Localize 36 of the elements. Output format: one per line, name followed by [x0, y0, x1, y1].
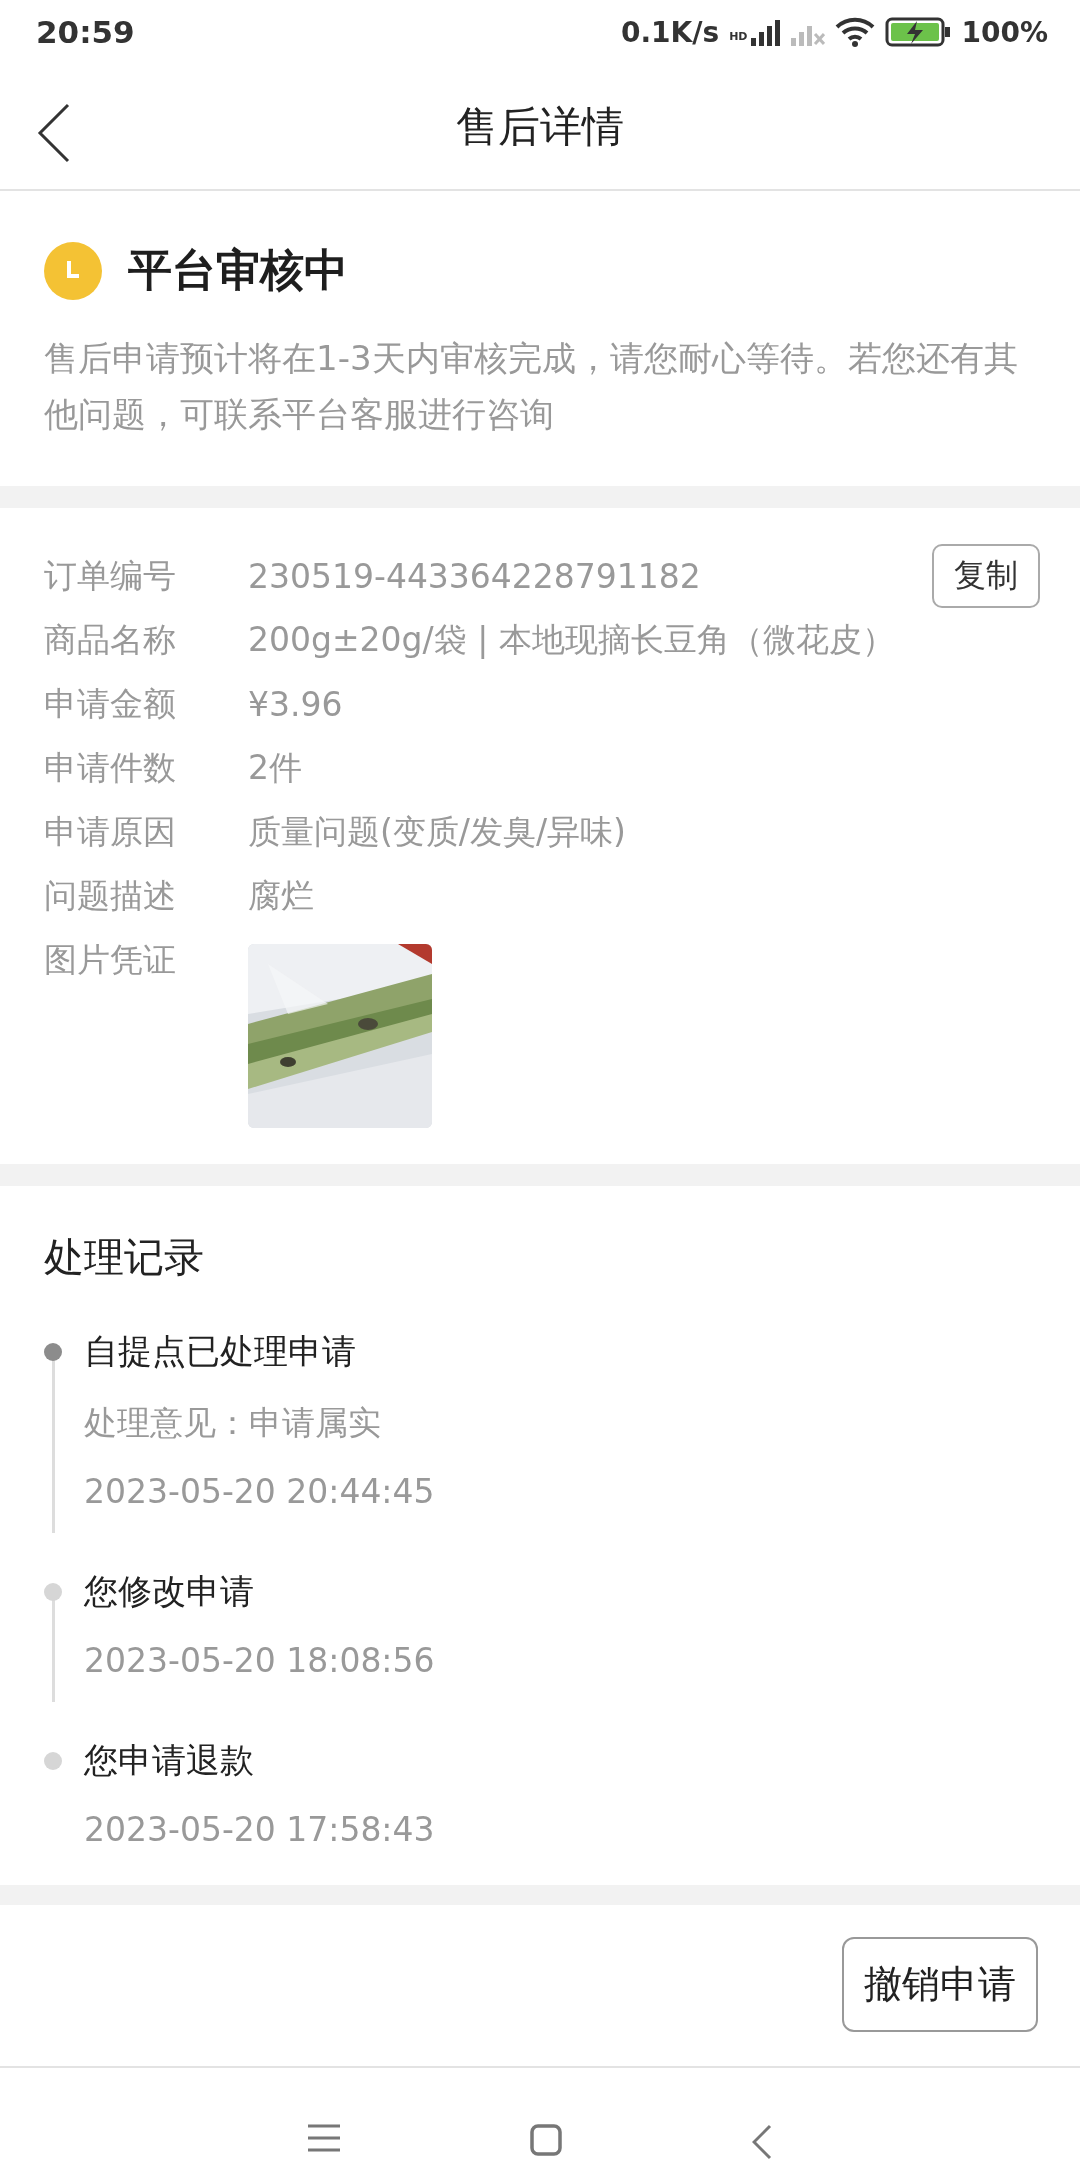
record-title: 您申请退款 [84, 1739, 255, 1782]
network-type-label: HD [729, 30, 748, 43]
review-status-title: 平台审核中 [128, 243, 348, 297]
wifi-icon [835, 17, 876, 48]
record-title: 您修改申请 [84, 1570, 255, 1613]
menu-button[interactable] [308, 2124, 340, 2152]
field-label: 商品名称 [44, 618, 177, 661]
field-label: 图片凭证 [44, 939, 177, 981]
cancel-request-button[interactable]: 撤销申请 [842, 1937, 1038, 2032]
field-value: 腐烂 [248, 874, 315, 917]
field-label: 申请件数 [44, 746, 177, 789]
field-value: 200g±20g/袋 | 本地现摘长豆角（微花皮） [248, 618, 896, 661]
battery-level: 100% [961, 16, 1048, 49]
page-title: 售后详情 [456, 101, 624, 153]
record-time: 2023-05-20 20:44:45 [84, 1472, 435, 1511]
field-value: 质量问题(变质/发臭/异味) [248, 810, 627, 853]
record-time: 2023-05-20 17:58:43 [84, 1810, 435, 1849]
field-label: 问题描述 [44, 874, 177, 917]
home-button[interactable] [530, 2124, 562, 2156]
network-speed: 0.1K/s [620, 16, 720, 49]
field-value: 230519-443364228791182 [248, 556, 702, 596]
copy-button[interactable]: 复制 [932, 544, 1040, 608]
review-description: 售后申请预计将在1-3天内审核完成，请您耐心等待。若您还有其他问题，可联系平台客服进行咨询 [44, 337, 1019, 436]
record-time: 2023-05-20 18:08:56 [84, 1641, 435, 1680]
signal-icon [751, 18, 782, 47]
field-label: 申请金额 [44, 682, 177, 725]
record-note: 处理意见：申请属实 [84, 1402, 382, 1444]
battery-charging-icon [885, 17, 952, 48]
field-label: 订单编号 [44, 554, 177, 597]
field-value: ¥3.96 [248, 684, 344, 724]
field-value: 2件 [248, 746, 303, 789]
clock-icon [44, 241, 102, 300]
field-label: 申请原因 [44, 810, 177, 853]
record-title: 自提点已处理申请 [84, 1330, 357, 1373]
clock-time: 20:59 [36, 14, 135, 51]
section-title: 处理记录 [44, 1233, 205, 1282]
